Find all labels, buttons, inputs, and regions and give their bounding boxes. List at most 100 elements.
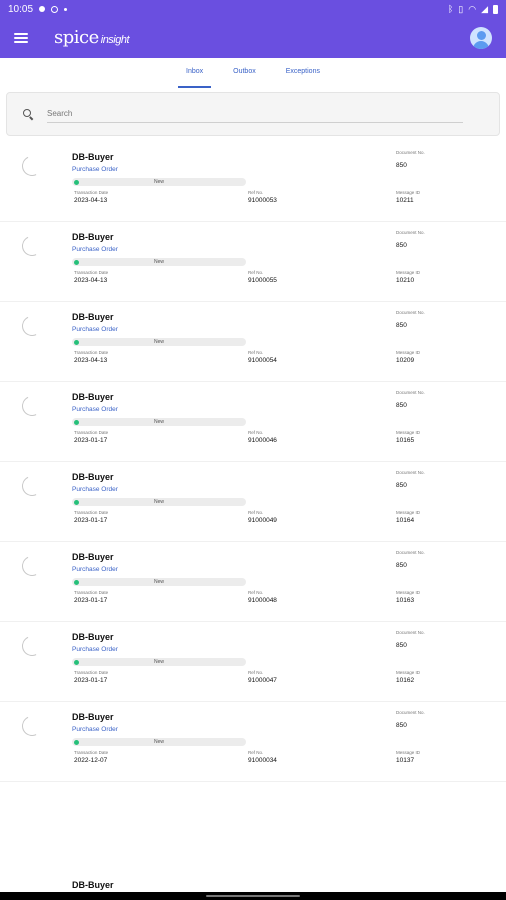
item-title: DB-Buyer — [72, 552, 114, 562]
status-label: New — [153, 579, 164, 585]
transaction-date-value: 2023-01-17 — [74, 677, 108, 684]
list-item[interactable]: DB-Buyer Purchase Order New Transaction … — [0, 382, 506, 462]
transaction-date-label: Transaction Date — [74, 510, 109, 515]
item-subtitle: Purchase Order — [72, 166, 118, 173]
message-icon — [39, 6, 46, 12]
transaction-date-label: Transaction Date — [74, 350, 109, 355]
transaction-date-value: 2023-01-17 — [74, 597, 108, 604]
status-label: New — [153, 179, 164, 185]
settings-circle-icon — [51, 5, 59, 13]
document-no-value: 850 — [396, 242, 407, 249]
item-subtitle: Purchase Order — [72, 486, 118, 493]
tab-outbox[interactable]: Outbox — [227, 60, 262, 88]
document-no-label: Document No. — [396, 710, 425, 715]
ref-no-label: Ref No. — [248, 750, 264, 755]
tab-inbox[interactable]: Inbox — [178, 60, 212, 88]
clock: 10:05 — [8, 3, 34, 15]
transaction-date-label: Transaction Date — [74, 590, 109, 595]
hamburger-menu-icon[interactable] — [14, 33, 28, 43]
ref-no-value: 91000054 — [248, 357, 277, 364]
ref-no-value: 91000046 — [248, 437, 277, 444]
status-badge: New — [72, 578, 246, 586]
vibrate-icon: ▯ — [458, 3, 464, 14]
status-badge: New — [72, 258, 246, 266]
search-bar — [6, 92, 500, 136]
document-no-value: 850 — [396, 162, 407, 169]
loading-spinner-icon — [19, 393, 45, 419]
message-id-value: 10162 — [396, 677, 415, 684]
loading-spinner-icon — [19, 313, 45, 339]
document-no-value: 850 — [396, 722, 407, 729]
ref-no-label: Ref No. — [248, 590, 264, 595]
document-no-label: Document No. — [396, 390, 425, 395]
message-id-value: 10137 — [396, 757, 415, 764]
app-bar: spice insight — [0, 18, 506, 58]
message-id-label: Message ID — [396, 510, 421, 515]
ref-no-value: 91000034 — [248, 757, 277, 764]
item-subtitle: Purchase Order — [72, 566, 118, 573]
item-title: DB-Buyer — [72, 632, 114, 642]
loading-spinner-icon — [19, 633, 45, 659]
document-no-value: 850 — [396, 642, 407, 649]
system-status-bar: 10:05 ᛒ ▯ ◠ ◢ — [0, 0, 506, 18]
tab-bar: Inbox Outbox Exceptions — [0, 60, 506, 88]
ref-no-label: Ref No. — [248, 430, 264, 435]
status-label: New — [153, 659, 164, 665]
status-badge: New — [72, 178, 246, 186]
transaction-date-value: 2023-01-17 — [74, 437, 108, 444]
tab-exceptions[interactable]: Exceptions — [280, 60, 326, 88]
message-list: DB-Buyer Purchase Order New Transaction … — [0, 142, 506, 782]
list-item[interactable]: DB-Buyer Purchase Order New Transaction … — [0, 462, 506, 542]
document-no-label: Document No. — [396, 310, 425, 315]
message-id-label: Message ID — [396, 190, 421, 195]
spice-insight-logo: spice insight — [54, 27, 130, 48]
item-title: DB-Buyer — [72, 472, 114, 482]
transaction-date-value: 2023-04-13 — [74, 277, 108, 284]
list-item[interactable]: DB-Buyer Purchase Order New Transaction … — [0, 542, 506, 622]
list-item[interactable]: DB-Buyer Purchase Order New Transaction … — [0, 622, 506, 702]
user-avatar-icon[interactable] — [470, 27, 492, 49]
list-item[interactable]: DB-Buyer Purchase Order New Transaction … — [0, 222, 506, 302]
transaction-date-label: Transaction Date — [74, 670, 109, 675]
message-id-label: Message ID — [396, 350, 421, 355]
message-id-label: Message ID — [396, 670, 421, 675]
ref-no-value: 91000053 — [248, 197, 277, 204]
ref-no-value: 91000047 — [248, 677, 277, 684]
transaction-date-value: 2022-12-07 — [74, 757, 108, 764]
transaction-date-value: 2023-04-13 — [74, 357, 108, 364]
document-no-value: 850 — [396, 482, 407, 489]
status-label: New — [153, 259, 164, 265]
ref-no-value: 91000048 — [248, 597, 277, 604]
item-title: DB-Buyer — [72, 312, 114, 322]
transaction-date-label: Transaction Date — [74, 430, 109, 435]
transaction-date-value: 2023-04-13 — [74, 197, 108, 204]
message-id-value: 10164 — [396, 517, 415, 524]
ref-no-label: Ref No. — [248, 190, 264, 195]
search-icon[interactable] — [23, 109, 33, 119]
list-item[interactable]: DB-Buyer Purchase Order New Transaction … — [0, 302, 506, 382]
transaction-date-label: Transaction Date — [74, 750, 109, 755]
list-item[interactable]: DB-Buyer Purchase Order New Transaction … — [0, 702, 506, 782]
message-id-value: 10163 — [396, 597, 415, 604]
search-input[interactable] — [47, 105, 463, 123]
ref-no-label: Ref No. — [248, 270, 264, 275]
message-id-label: Message ID — [396, 270, 421, 275]
message-id-value: 10209 — [396, 357, 415, 364]
transaction-date-label: Transaction Date — [74, 270, 109, 275]
status-label: New — [153, 499, 164, 505]
gesture-nav-bar[interactable] — [0, 892, 506, 900]
status-label: New — [153, 419, 164, 425]
dot-icon — [64, 7, 68, 11]
wifi-icon: ◠ — [468, 3, 477, 14]
loading-spinner-icon — [19, 553, 45, 579]
bluetooth-icon: ᛒ — [447, 4, 454, 14]
item-subtitle: Purchase Order — [72, 646, 118, 653]
item-title: DB-Buyer — [72, 392, 114, 402]
loading-spinner-icon — [19, 473, 45, 499]
document-no-value: 850 — [396, 562, 407, 569]
loading-spinner-icon — [19, 153, 45, 179]
document-no-label: Document No. — [396, 150, 425, 155]
message-id-label: Message ID — [396, 430, 421, 435]
list-item[interactable]: DB-Buyer Purchase Order New Transaction … — [0, 142, 506, 222]
status-badge: New — [72, 338, 246, 346]
